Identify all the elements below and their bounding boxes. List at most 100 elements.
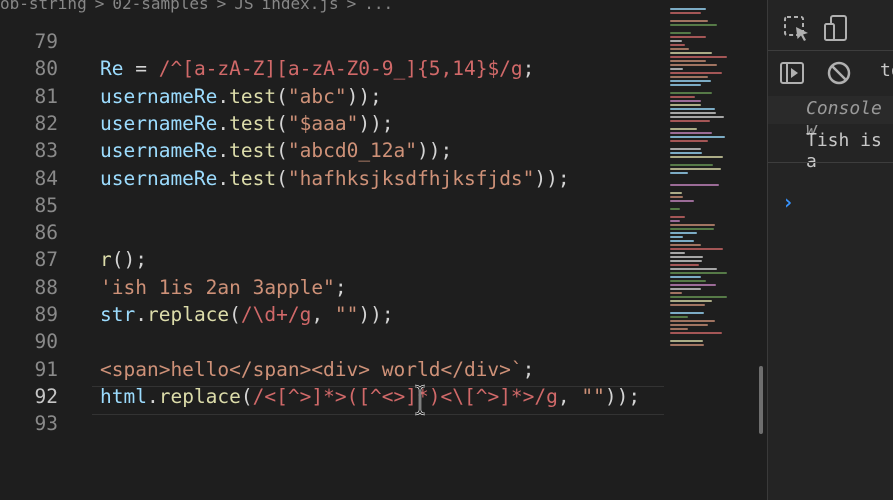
- line-number: 88: [34, 275, 58, 299]
- code-line[interactable]: 93: [0, 410, 665, 437]
- breadcrumb-segment: >: [94, 0, 105, 13]
- line-number: 85: [34, 193, 58, 217]
- code-token: usernameRe: [100, 111, 218, 135]
- code-token: .: [217, 111, 230, 135]
- code-line[interactable]: 82 usernameRe.test("$aaa"));: [0, 110, 665, 137]
- code-token: r: [100, 248, 112, 272]
- scrollbar-thumb[interactable]: [759, 366, 763, 434]
- code-line[interactable]: 80 Re = /^[a-zA-Z][a-zA-Z0-9_]{5,14}$/g;: [0, 55, 665, 82]
- code-token: .: [135, 303, 147, 326]
- minimap-line: [670, 248, 723, 250]
- code-line[interactable]: 79: [0, 28, 665, 55]
- minimap-line: [670, 156, 723, 158]
- code-token: replace: [158, 384, 241, 408]
- device-toolbar-icon[interactable]: [822, 14, 852, 44]
- minimap-line: [670, 256, 703, 258]
- minimap-line: [670, 12, 701, 14]
- minimap-line: [670, 64, 717, 66]
- context-selector-label[interactable]: to: [880, 60, 893, 81]
- minimap-line: [670, 100, 701, 102]
- code-line[interactable]: 87 r();: [0, 246, 665, 273]
- code-line[interactable]: 89 str.replace(/\d+/g, ""));: [0, 301, 665, 328]
- minimap-line: [670, 240, 694, 242]
- code-text: usernameRe.test("abc"));: [100, 83, 382, 110]
- minimap-line: [670, 244, 701, 246]
- line-number: 81: [34, 84, 58, 108]
- minimap-line: [670, 304, 705, 306]
- minimap-line: [670, 328, 688, 330]
- minimap-line: [670, 128, 697, 130]
- code-line[interactable]: 92 html.replace(/<[^>]*>([^<>]*)<\[^>]*>/…: [0, 383, 665, 410]
- minimap-line: [670, 44, 685, 46]
- code-token: "": [581, 384, 605, 408]
- minimap-line: [670, 184, 719, 186]
- minimap-line: [670, 252, 685, 254]
- console-prompt-icon[interactable]: ›: [782, 190, 794, 214]
- console-toolbar: to: [768, 52, 893, 96]
- code-token: ));: [604, 384, 641, 408]
- inspect-element-icon[interactable]: [782, 14, 812, 44]
- breadcrumb-segment[interactable]: JS: [234, 0, 253, 13]
- minimap-line: [670, 344, 704, 346]
- code-line[interactable]: 81 usernameRe.test("abc"));: [0, 83, 665, 110]
- minimap-line: [670, 116, 724, 118]
- code-line[interactable]: 88 'ish 1is 2an 3apple";: [0, 274, 665, 301]
- code-token: "": [334, 303, 359, 326]
- clear-console-icon[interactable]: [824, 58, 854, 88]
- minimap-line: [670, 32, 691, 34]
- code-token: test: [229, 139, 277, 163]
- code-text: html.replace(/<[^>]*>([^<>]*)<\[^>]*>/g,…: [100, 383, 640, 410]
- minimap-line: [670, 228, 714, 230]
- code-line[interactable]: 86: [0, 219, 665, 246]
- code-line[interactable]: 85: [0, 192, 665, 219]
- code-token: test: [229, 111, 277, 135]
- line-number: 80: [34, 57, 58, 81]
- code-line[interactable]: 90: [0, 328, 665, 355]
- code-token: ;: [522, 357, 535, 381]
- console-output-line: Tish is a: [806, 130, 882, 172]
- code-line[interactable]: 84 usernameRe.test("hafhksjksdfhjksfjds")…: [0, 165, 665, 192]
- code-token: ));: [346, 84, 382, 108]
- code-editor[interactable]: ob-string >02-samples > JS index.js >... 79 80…: [0, 0, 760, 500]
- code-token: "abc": [287, 84, 347, 108]
- minimap-line: [670, 152, 702, 154]
- minimap-line: [670, 296, 727, 298]
- breadcrumb-segment[interactable]: ...: [364, 0, 393, 13]
- code-text: r();: [100, 246, 147, 273]
- code-text: usernameRe.test("abcd0_12a"));: [100, 137, 452, 164]
- code-token: Re: [100, 57, 124, 81]
- minimap-line: [670, 312, 704, 314]
- minimap-line: [670, 172, 688, 174]
- code-token: test: [229, 166, 277, 190]
- breadcrumb-segment[interactable]: 02-samples: [112, 0, 208, 13]
- code-token: 'ish 1is 2an 3apple": [100, 275, 335, 299]
- code-text: usernameRe.test("hafhksjksdfhjksfjds"));: [100, 165, 570, 192]
- code-token: str: [100, 303, 136, 326]
- line-number: 93: [34, 412, 58, 436]
- code-line[interactable]: 91 <span>hello</span><div> world</div>`;: [0, 356, 665, 383]
- sidebar-toggle-icon[interactable]: [778, 58, 808, 88]
- minimap-line: [670, 196, 683, 198]
- line-number: 87: [34, 248, 58, 272]
- breadcrumb-segment[interactable]: index.js: [262, 0, 339, 13]
- minimap-line: [670, 272, 727, 274]
- code-token: (: [229, 303, 241, 326]
- code-token: ,: [311, 303, 335, 326]
- minimap-line: [670, 208, 680, 210]
- minimap[interactable]: [666, 0, 730, 360]
- devtools-panel: to Console w Tish is a ›: [767, 0, 893, 500]
- minimap-line: [670, 260, 702, 262]
- minimap-line: [670, 264, 699, 266]
- breadcrumb-segment[interactable]: ob-string: [0, 0, 87, 13]
- scrollbar-track[interactable]: [732, 0, 758, 500]
- code-token: (: [276, 139, 288, 163]
- minimap-line: [670, 72, 722, 74]
- minimap-line: [670, 120, 710, 122]
- minimap-line: [670, 108, 715, 110]
- code-line[interactable]: 83 usernameRe.test("abcd0_12a"));: [0, 137, 665, 164]
- code-text: str.replace(/\d+/g, ""));: [100, 301, 394, 328]
- minimap-line: [670, 200, 694, 202]
- minimap-line: [670, 280, 706, 282]
- minimap-line: [670, 284, 716, 286]
- code-token: .: [217, 84, 230, 108]
